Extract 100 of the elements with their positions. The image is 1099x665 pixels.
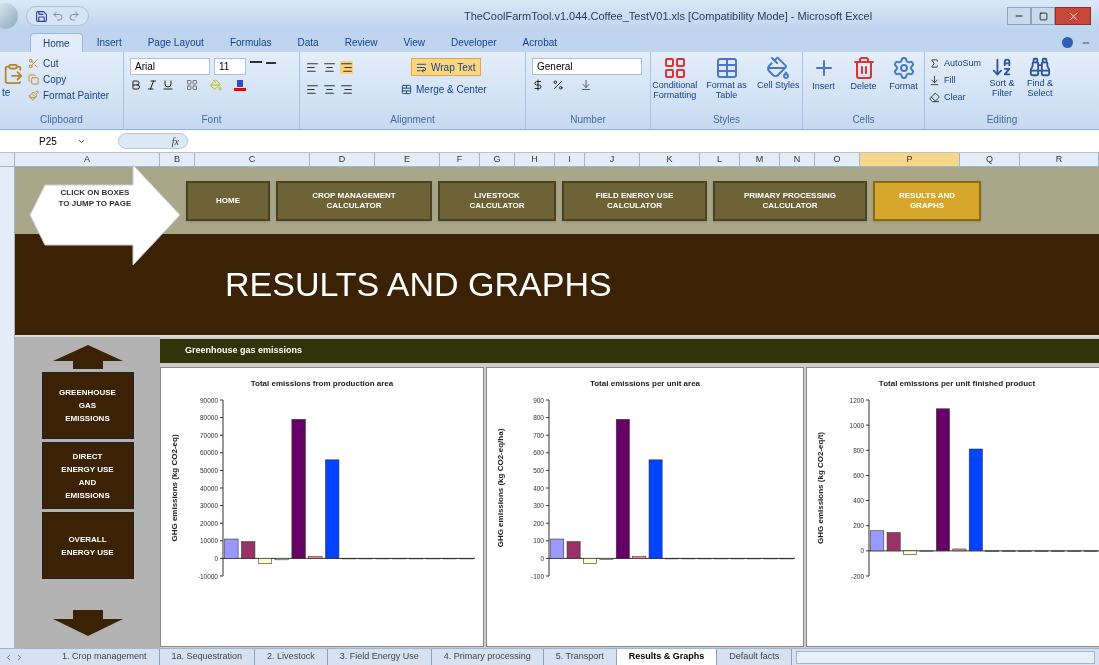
font-size-field[interactable]: 11 [214, 58, 246, 75]
font-color-icon[interactable] [234, 79, 246, 91]
function-label[interactable]: fx [171, 133, 179, 149]
clipboard-button[interactable]: Format Painter [28, 88, 110, 103]
editing-button[interactable]: AutoSum [929, 56, 982, 71]
table-icon [714, 56, 739, 80]
side-nav-button[interactable]: DIRECT ENERGY USE AND EMISSIONS [41, 442, 134, 509]
wrap-text-icon [416, 61, 427, 73]
column-header[interactable]: C [195, 153, 310, 166]
ribbon-tab[interactable]: Insert [84, 33, 134, 52]
up-arrow-icon[interactable] [52, 345, 123, 369]
sheet-tab[interactable]: 2. Livestock [255, 649, 328, 665]
nav-button[interactable]: FIELD ENERGY USE CALCULATOR [562, 180, 707, 221]
side-nav-button[interactable]: OVERALL ENERGY USE [41, 512, 134, 579]
ribbon-tab[interactable]: Developer [439, 33, 509, 52]
nav-button[interactable]: LIVESTOCK CALCULATOR [438, 180, 556, 221]
editing-button[interactable]: Fill [929, 73, 982, 88]
bottom-align-icon[interactable] [340, 60, 353, 74]
clipboard-button[interactable]: Cut [28, 56, 110, 71]
sheet-tab[interactable]: Results & Graphs [616, 649, 718, 665]
page-heading: RESULTS AND GRAPHS [225, 264, 612, 305]
down-arrow-icon[interactable] [52, 610, 123, 636]
align-left-icon[interactable] [306, 82, 319, 96]
sheet-tab[interactable]: 4. Primary processing [431, 649, 544, 665]
top-align-icon[interactable] [306, 60, 319, 74]
styles-button[interactable]: Cell Styles [754, 56, 802, 100]
side-nav-button[interactable]: GREENHOUSE GAS EMISSIONS [41, 372, 134, 439]
minimize-button[interactable] [1007, 7, 1031, 25]
cells-button[interactable]: Format [885, 56, 922, 94]
sheet-tab[interactable]: 3. Field Energy Use [327, 649, 432, 665]
next-sheet-icon[interactable] [15, 652, 24, 662]
column-header[interactable]: D [310, 153, 375, 166]
nav-button[interactable]: CROP MANAGEMENT CALCULATOR [276, 180, 432, 221]
maximize-icon [1038, 11, 1048, 21]
redo-icon[interactable] [68, 10, 80, 22]
font-name-field[interactable]: Arial [130, 58, 210, 75]
wrap-text-button[interactable]: Wrap Text [411, 58, 481, 76]
ribbon-tab[interactable]: Review [332, 33, 390, 52]
column-header[interactable]: J [585, 153, 640, 166]
horizontal-scrollbar[interactable] [796, 650, 1095, 664]
ribbon-tab[interactable]: Acrobat [510, 33, 570, 52]
sheet-tab[interactable]: 5. Transport [543, 649, 617, 665]
column-header[interactable]: B [160, 153, 195, 166]
name-box[interactable]: P25 [15, 132, 110, 150]
first-sheet-icon[interactable] [4, 652, 13, 662]
nav-button[interactable]: HOME [186, 180, 270, 221]
paste-label[interactable]: te [2, 85, 11, 100]
column-header[interactable]: G [480, 153, 515, 166]
styles-button[interactable]: Format as Table [702, 56, 751, 100]
styles-button[interactable]: Conditional Formatting [651, 56, 699, 100]
ribbon-tab[interactable]: Home [30, 33, 83, 52]
sheet-tab[interactable]: 1a. Sequestration [159, 649, 256, 665]
column-header[interactable]: K [640, 153, 700, 166]
nav-button[interactable]: PRIMARY PROCESSING CALCULATOR [713, 180, 867, 221]
bold-icon[interactable] [130, 79, 142, 91]
number-format-field[interactable]: General [532, 58, 642, 75]
column-header[interactable]: L [700, 153, 740, 166]
fill-color-icon[interactable] [210, 79, 222, 91]
column-header[interactable]: M [740, 153, 780, 166]
borders-icon[interactable] [186, 79, 198, 91]
column-header[interactable]: Q [960, 153, 1020, 166]
fill-down-icon [929, 75, 940, 86]
column-header[interactable]: E [375, 153, 440, 166]
ribbon-tab[interactable]: Formulas [217, 33, 284, 52]
merge-button[interactable]: Merge & Center [397, 80, 491, 98]
ribbon-tab[interactable]: View [391, 33, 437, 52]
italic-icon[interactable] [146, 79, 158, 91]
cells-button[interactable]: Insert [805, 56, 842, 94]
middle-align-icon[interactable] [323, 60, 336, 74]
sheet-tab[interactable]: 1. Crop management [50, 649, 160, 665]
align-center-icon[interactable] [323, 82, 336, 96]
undo-icon[interactable] [52, 10, 64, 22]
column-header[interactable]: N [780, 153, 815, 166]
sheet-tab[interactable]: Default facts [717, 649, 793, 665]
decimal-icon[interactable] [580, 79, 592, 91]
clipboard-button[interactable]: Copy [28, 72, 110, 87]
save-icon[interactable] [35, 9, 48, 23]
close-icon [1067, 10, 1079, 22]
bar [583, 558, 597, 564]
cells-button[interactable]: Delete [845, 56, 882, 94]
help-icon[interactable] [1062, 37, 1073, 48]
maximize-button[interactable] [1031, 7, 1055, 25]
trash-icon [851, 56, 876, 80]
editing-button[interactable]: Find & Select [1023, 56, 1058, 105]
column-header[interactable]: I [555, 153, 585, 166]
ribbon-tab[interactable]: Data [285, 33, 331, 52]
column-header[interactable]: R [1020, 153, 1099, 166]
column-header[interactable]: P [860, 153, 960, 166]
currency-icon[interactable] [532, 79, 544, 91]
column-header[interactable]: H [515, 153, 555, 166]
paste-icon[interactable] [2, 63, 24, 85]
ribbon-tab[interactable]: Page Layout [135, 33, 216, 52]
underline-icon[interactable] [162, 79, 174, 91]
percent-icon[interactable] [552, 79, 564, 91]
editing-button[interactable]: Clear [929, 90, 982, 105]
eraser-icon [929, 92, 940, 103]
column-header[interactable]: F [440, 153, 480, 166]
editing-button[interactable]: Sort & Filter [985, 56, 1020, 105]
align-right-icon[interactable] [340, 82, 353, 96]
window-title: TheCoolFarmTool.v1.044.Coffee_TestV01.xls [Compatibility Mode] - Microsoft Excel [462, 8, 874, 24]
